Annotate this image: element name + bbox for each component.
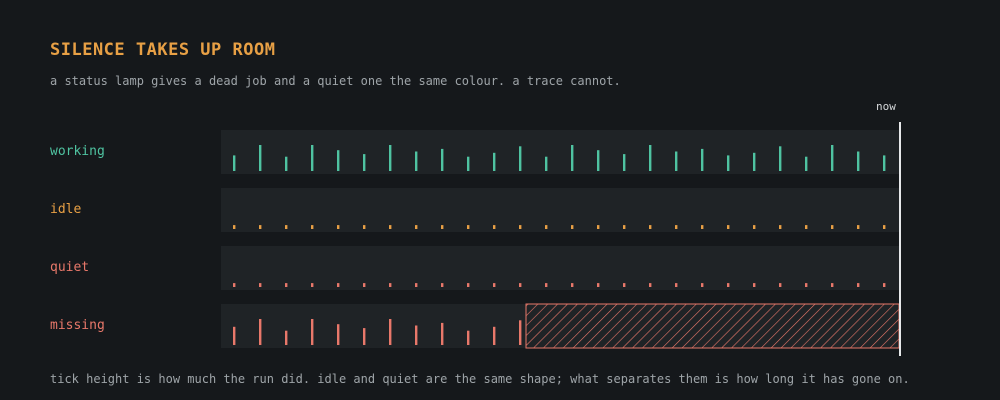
tick-idle	[649, 225, 652, 229]
tick-quiet	[753, 283, 756, 287]
tick-working	[701, 148, 704, 171]
tick-missing	[467, 330, 470, 345]
tick-working	[389, 145, 392, 171]
tick-quiet	[545, 283, 548, 287]
tick-idle	[467, 225, 470, 229]
tick-idle	[831, 225, 834, 229]
tick-missing	[389, 319, 392, 345]
tick-working	[519, 146, 522, 171]
tick-quiet	[701, 283, 704, 287]
tick-quiet	[597, 283, 600, 287]
tick-working	[597, 150, 600, 171]
footnote: tick height is how much the run did. idl…	[50, 372, 910, 386]
tick-missing	[415, 325, 418, 345]
tick-quiet	[363, 283, 366, 287]
tick-working	[259, 145, 262, 171]
tick-missing	[441, 322, 444, 345]
tick-quiet	[493, 283, 496, 287]
diagram-canvas: SILENCE TAKES UP ROOM a status lamp give…	[0, 0, 1000, 400]
lane-working	[221, 130, 899, 174]
tick-quiet	[441, 283, 444, 287]
tick-quiet	[727, 283, 730, 287]
tick-quiet	[649, 283, 652, 287]
tick-idle	[675, 225, 678, 229]
tick-working	[415, 151, 418, 171]
tick-working	[285, 156, 288, 171]
tick-idle	[805, 225, 808, 229]
tick-working	[623, 154, 626, 171]
tick-idle	[415, 225, 418, 229]
tick-missing	[493, 326, 496, 345]
tick-working	[337, 150, 340, 171]
tick-idle	[571, 225, 574, 229]
tick-idle	[259, 225, 262, 229]
tick-quiet	[857, 283, 860, 287]
tick-quiet	[285, 283, 288, 287]
tick-missing	[233, 326, 236, 345]
tick-idle	[441, 225, 444, 229]
tick-idle	[389, 225, 392, 229]
tick-idle	[493, 225, 496, 229]
tick-missing	[363, 328, 366, 345]
tick-missing	[311, 319, 314, 345]
tick-missing	[337, 324, 340, 345]
tick-quiet	[415, 283, 418, 287]
tick-idle	[883, 225, 886, 229]
tick-quiet	[259, 283, 262, 287]
tick-working	[311, 145, 314, 171]
tick-missing	[285, 330, 288, 345]
missing-gap-hatch	[525, 303, 900, 349]
tick-working	[363, 154, 366, 171]
tick-quiet	[805, 283, 808, 287]
tick-idle	[779, 225, 782, 229]
tick-idle	[285, 225, 288, 229]
tick-working	[545, 156, 548, 171]
tick-idle	[311, 225, 314, 229]
tick-missing	[259, 319, 262, 345]
tick-idle	[233, 225, 236, 229]
tick-quiet	[831, 283, 834, 287]
tick-quiet	[883, 283, 886, 287]
tick-idle	[337, 225, 340, 229]
tick-working	[493, 152, 496, 171]
tick-quiet	[311, 283, 314, 287]
trace-chart	[221, 122, 901, 356]
tick-idle	[597, 225, 600, 229]
lane-quiet	[221, 246, 899, 290]
tick-working	[805, 156, 808, 171]
tick-working	[779, 146, 782, 171]
tick-working	[831, 145, 834, 171]
tick-working	[467, 156, 470, 171]
tick-quiet	[779, 283, 782, 287]
tick-working	[571, 145, 574, 171]
tick-quiet	[467, 283, 470, 287]
tick-quiet	[233, 283, 236, 287]
tick-working	[857, 151, 860, 171]
tick-quiet	[623, 283, 626, 287]
tick-working	[753, 152, 756, 171]
tick-working	[441, 148, 444, 171]
lane-idle	[221, 188, 899, 232]
tick-working	[649, 145, 652, 171]
tick-quiet	[519, 283, 522, 287]
tick-working	[883, 155, 886, 171]
tick-idle	[519, 225, 522, 229]
tick-idle	[623, 225, 626, 229]
tick-idle	[363, 225, 366, 229]
tick-idle	[753, 225, 756, 229]
tick-idle	[727, 225, 730, 229]
tick-missing	[519, 320, 522, 345]
tick-working	[727, 155, 730, 171]
tick-idle	[545, 225, 548, 229]
tick-quiet	[389, 283, 392, 287]
tick-idle	[857, 225, 860, 229]
tick-idle	[701, 225, 704, 229]
tick-working	[675, 151, 678, 171]
tick-quiet	[675, 283, 678, 287]
tick-quiet	[337, 283, 340, 287]
tick-working	[233, 155, 236, 171]
tick-quiet	[571, 283, 574, 287]
